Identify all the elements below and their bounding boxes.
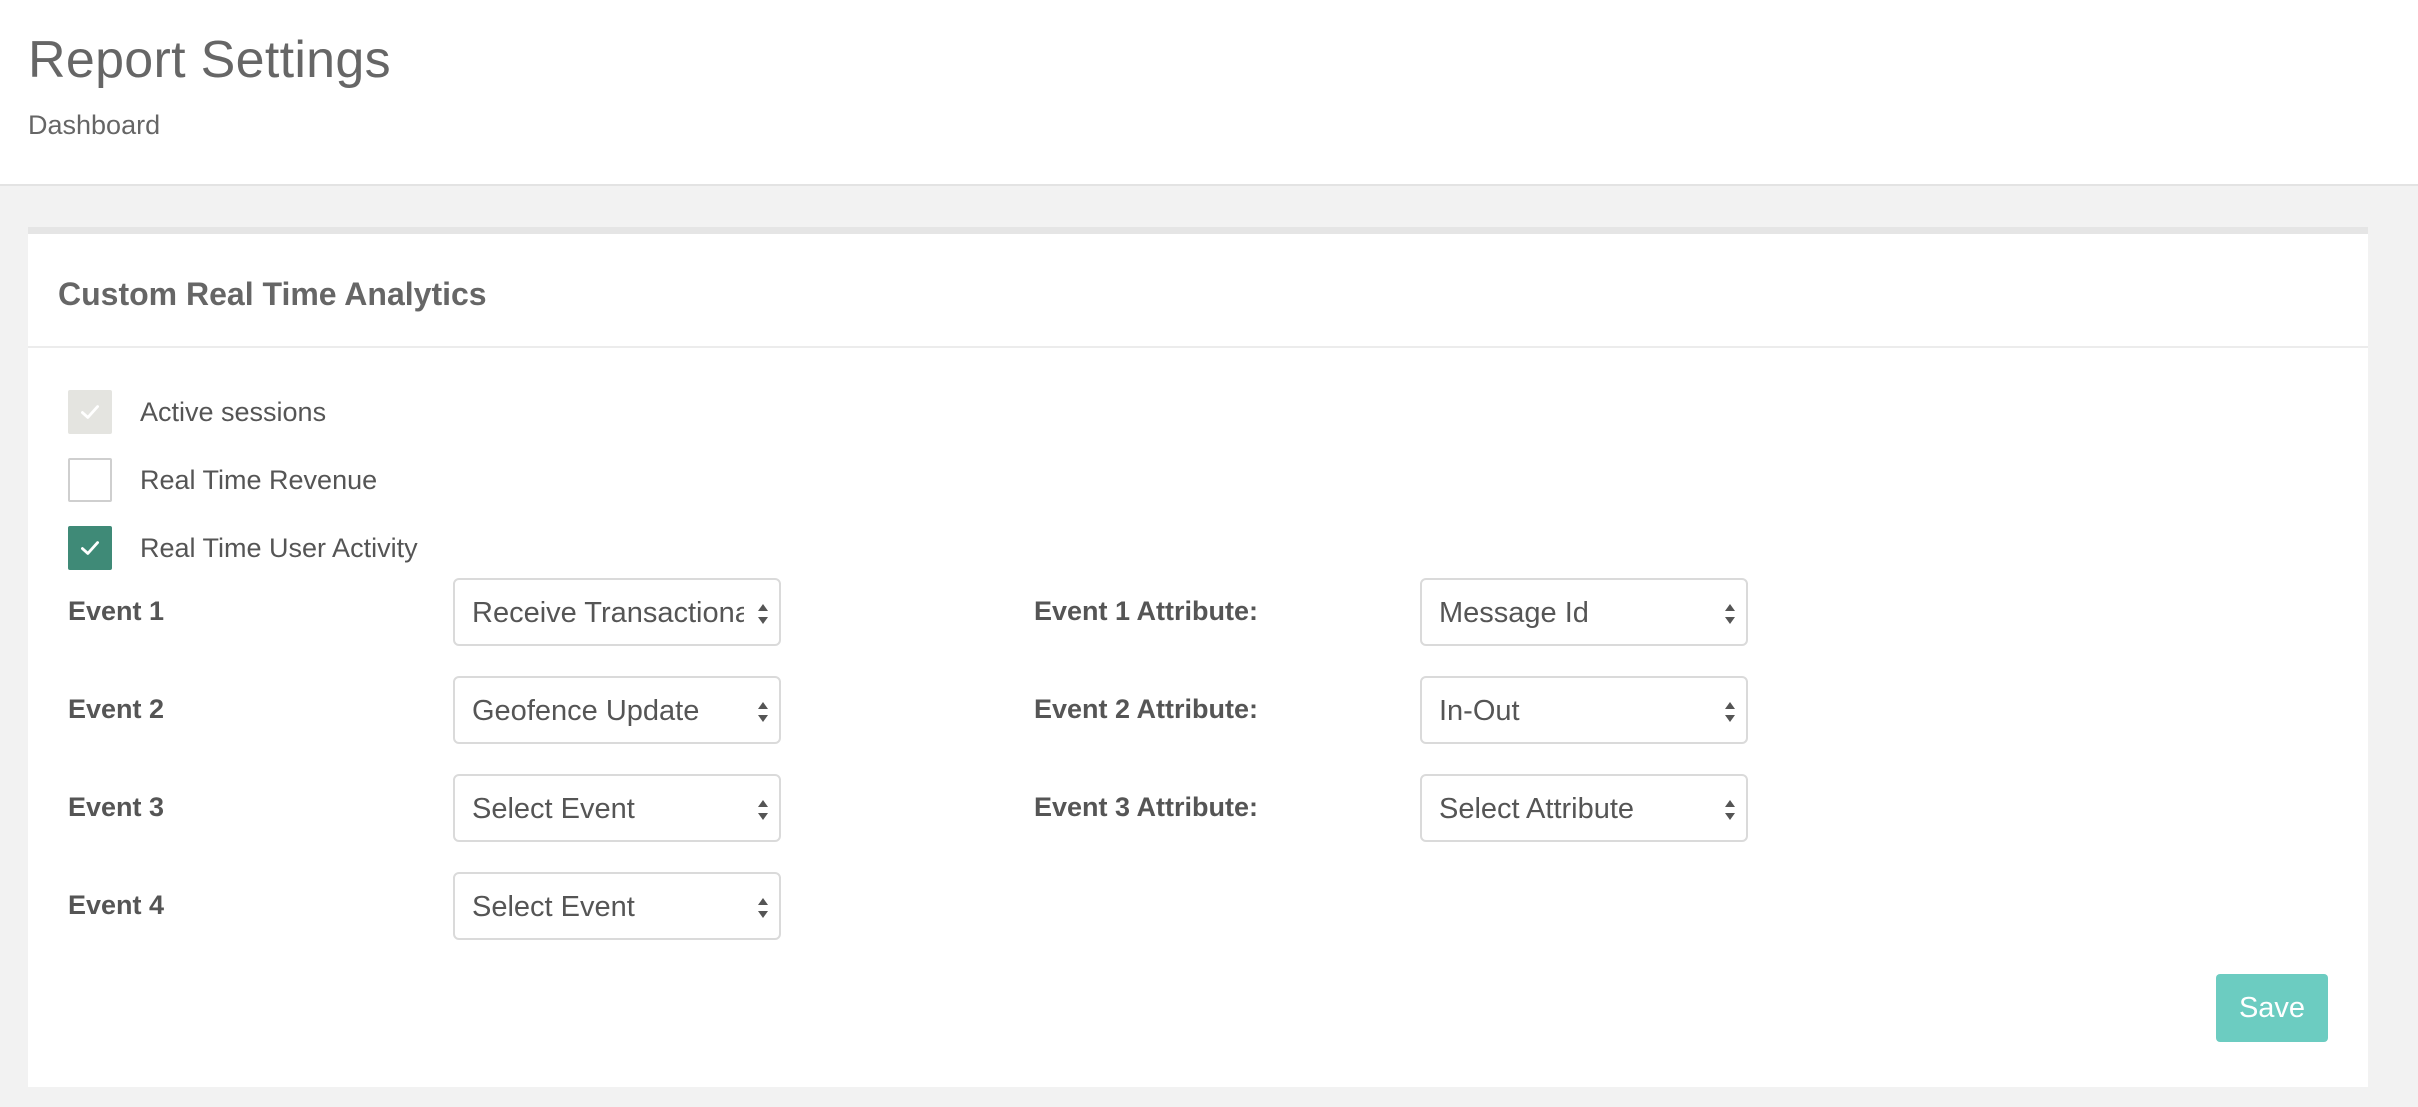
event-4-label: Event 4 [68,890,165,920]
chevron-updown-icon [1725,604,1735,624]
save-button[interactable]: Save [2216,974,2328,1042]
event-3-attribute-select[interactable]: Select Attribute [1420,774,1748,842]
event-2-attribute-label: Event 2 Attribute: [1034,694,1259,724]
checkbox-row-real-time-user-activity: Real Time User Activity [68,525,418,571]
event-3-select-value: Select Event [472,793,635,825]
real-time-user-activity-label: Real Time User Activity [140,532,418,563]
event-2-select[interactable]: Geofence Update [453,676,781,744]
event-3-select[interactable]: Select Event [453,774,781,842]
checkbox-row-active-sessions: Active sessions [68,389,326,435]
event-1-label: Event 1 [68,596,165,626]
event-1-attribute-select[interactable]: Message Id [1420,578,1748,646]
checkbox-row-real-time-revenue: Real Time Revenue [68,457,377,503]
active-sessions-checkbox[interactable] [68,390,112,434]
check-icon [81,405,99,419]
chevron-updown-icon [758,604,768,624]
breadcrumb[interactable]: Dashboard [28,110,160,141]
event-1-attribute-label: Event 1 Attribute: [1034,596,1259,626]
event-3-label: Event 3 [68,792,165,822]
event-1-attribute-select-value: Message Id [1439,597,1589,629]
real-time-revenue-checkbox[interactable] [68,458,112,502]
event-2-attribute-select[interactable]: In-Out [1420,676,1748,744]
check-icon [81,541,99,555]
event-2-attribute-select-value: In-Out [1439,695,1520,727]
active-sessions-label: Active sessions [140,396,327,427]
event-2-label: Event 2 [68,694,165,724]
page-header: Report Settings Dashboard [0,0,2418,186]
panel-title: Custom Real Time Analytics [58,276,487,312]
real-time-revenue-label: Real Time Revenue [140,464,378,495]
panel-header: Custom Real Time Analytics [28,234,2368,348]
event-4-select[interactable]: Select Event [453,872,781,940]
page-title: Report Settings [28,31,391,89]
event-1-select-value: Receive Transactional [472,597,744,629]
event-2-select-value: Geofence Update [472,695,700,727]
chevron-updown-icon [1725,702,1735,722]
event-1-select[interactable]: Receive Transactional [453,578,781,646]
real-time-user-activity-checkbox[interactable] [68,526,112,570]
event-3-attribute-label: Event 3 Attribute: [1034,792,1259,822]
chevron-updown-icon [758,702,768,722]
chevron-updown-icon [758,898,768,918]
event-3-attribute-select-value: Select Attribute [1439,793,1635,825]
event-4-select-value: Select Event [472,891,635,923]
analytics-panel: Custom Real Time Analytics Active sessio… [28,227,2368,1087]
chevron-updown-icon [758,800,768,820]
chevron-updown-icon [1725,800,1735,820]
